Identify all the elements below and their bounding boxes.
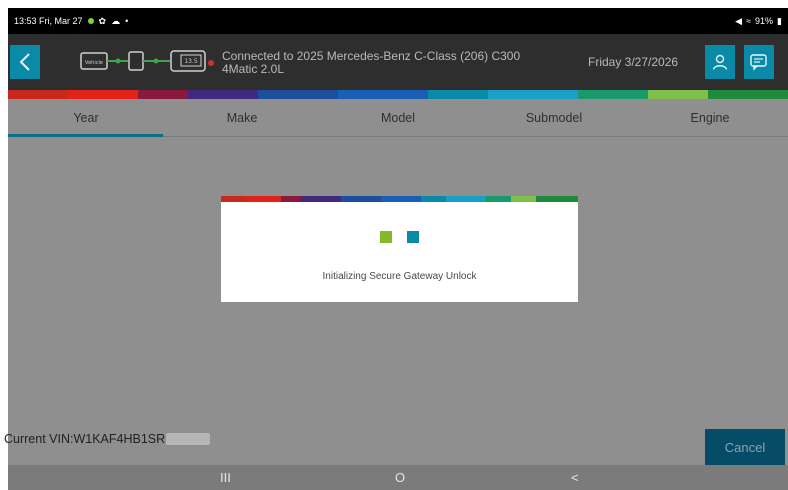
stripe-segment (428, 90, 488, 99)
stripe-segment (301, 196, 341, 202)
tab-engine[interactable]: Engine (632, 99, 788, 136)
stripe-segment (488, 90, 578, 99)
battery-icon: ▮ (777, 15, 782, 26)
stripe-segment (486, 196, 511, 202)
header-date: Friday 3/27/2026 (588, 55, 679, 69)
stripe-segment (381, 196, 421, 202)
stripe-segment (221, 196, 246, 202)
back-button[interactable] (10, 45, 40, 79)
stripe-segment (341, 196, 381, 202)
stripe-segment (188, 90, 258, 99)
current-vin: Current VIN:W1KAF4HB1SR (4, 432, 211, 446)
stripe-segment (578, 90, 648, 99)
back-nav-button[interactable]: < (571, 470, 579, 485)
tab-make[interactable]: Make (164, 99, 320, 136)
stripe-segment (648, 90, 708, 99)
cancel-button[interactable]: Cancel (705, 429, 785, 465)
system-nav-bar: III O < (8, 465, 788, 490)
app-header: Vehicle 13.5 Connected to 2025 Mercedes-… (8, 34, 788, 90)
tab-submodel[interactable]: Submodel (476, 99, 632, 136)
stripe-segment (536, 196, 578, 202)
progress-dialog: Initializing Secure Gateway Unlock (221, 196, 578, 302)
back-chevron-icon (19, 53, 30, 71)
dialog-message: Initializing Secure Gateway Unlock (322, 271, 477, 282)
recents-nav-button[interactable]: III (220, 470, 231, 485)
vin-redaction (166, 433, 211, 445)
connection-chain-icon: Vehicle 13.5 (80, 50, 214, 72)
status-left: 13:53 Fri, Mar 27 ✿ ☁ • (14, 16, 128, 27)
loading-indicator-square-teal (407, 231, 419, 243)
user-icon (712, 54, 728, 70)
stripe-segment (281, 196, 301, 202)
status-right: ◀ ≈ 91% ▮ (735, 16, 782, 27)
cloud-icon: ☁ (111, 15, 121, 26)
selection-tabs: Year Make Model Submodel Engine (8, 99, 788, 137)
stripe-segment (258, 90, 338, 99)
dialog-color-stripe (221, 196, 578, 202)
stripe-segment (421, 196, 446, 202)
stripe-segment (138, 90, 188, 99)
wifi-icon: ≈ (746, 16, 752, 26)
home-nav-button[interactable]: O (395, 470, 405, 485)
stripe-segment (446, 196, 486, 202)
chat-button[interactable] (744, 45, 774, 79)
loading-indicator-square-green (380, 231, 392, 243)
status-time: 13:53 Fri, Mar 27 (14, 16, 83, 26)
tab-model[interactable]: Model (320, 99, 476, 136)
stripe-segment (511, 196, 536, 202)
tab-year[interactable]: Year (8, 99, 164, 137)
stripe-segment (708, 90, 788, 99)
mute-icon: ◀ (735, 15, 743, 26)
status-bar: 13:53 Fri, Mar 27 ✿ ☁ • ◀ ≈ 91% ▮ (8, 8, 788, 34)
vehicle-label: Vehicle (85, 60, 103, 66)
gear-icon: ✿ (98, 15, 107, 26)
stripe-segment (338, 90, 428, 99)
stripe-segment (68, 90, 138, 99)
chat-icon (750, 54, 767, 71)
voltage-label: 13.5 (184, 58, 198, 65)
stripe-segment (8, 90, 68, 99)
battery-level: 91% (755, 16, 774, 26)
user-button[interactable] (705, 45, 735, 79)
current-vin-text: Current VIN:W1KAF4HB1SR (4, 432, 166, 446)
dot-icon (87, 18, 94, 24)
app-frame: 13:53 Fri, Mar 27 ✿ ☁ • ◀ ≈ 91% ▮ Vehicl… (0, 0, 788, 490)
brand-color-stripe (8, 90, 788, 99)
stripe-segment (246, 196, 281, 202)
bullet-icon: • (125, 16, 129, 26)
connection-status-text: Connected to 2025 Mercedes-Benz C-Class … (222, 49, 521, 76)
